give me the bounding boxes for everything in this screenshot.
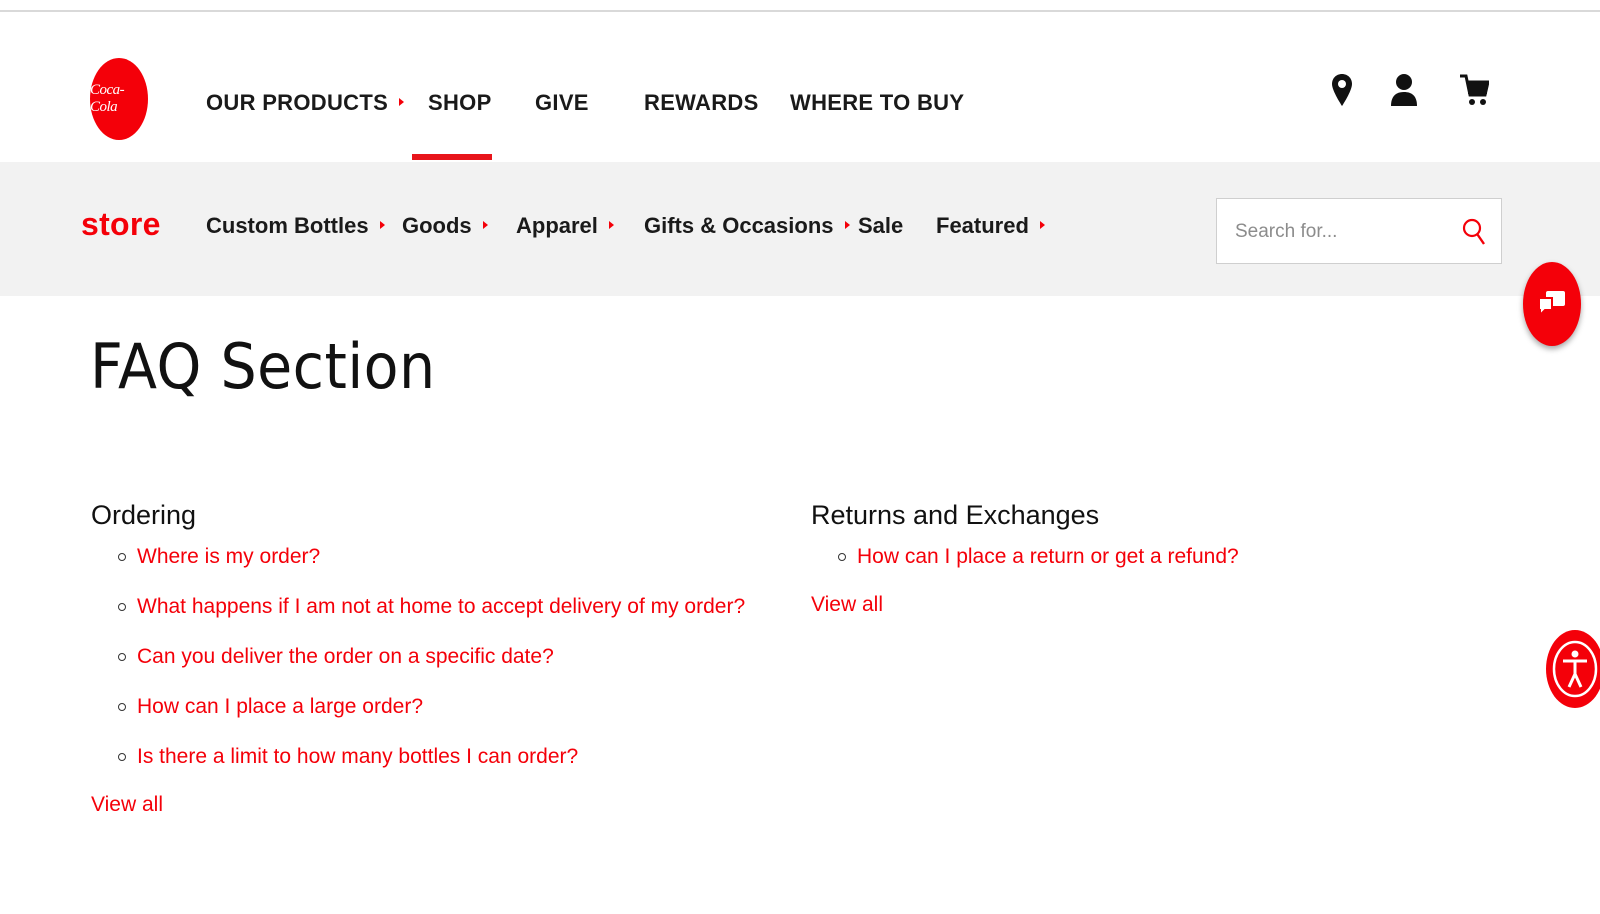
caret-right-icon (844, 221, 850, 230)
bullet-icon (838, 553, 846, 561)
faq-item: What happens if I am not at home to acce… (91, 595, 745, 645)
nav-label: WHERE TO BUY (790, 90, 965, 115)
store-label[interactable]: store (81, 206, 161, 243)
section-heading: Returns and Exchanges (811, 500, 1100, 530)
faq-link[interactable]: What happens if I am not at home to acce… (137, 595, 745, 618)
nav-give[interactable]: GIVE (535, 90, 589, 116)
caret-right-icon (1039, 221, 1045, 230)
search-box (1216, 198, 1502, 264)
page-title: FAQ Section (90, 330, 436, 403)
store-nav-label: Goods (402, 213, 472, 238)
bullet-icon (118, 753, 126, 761)
active-nav-underline (412, 154, 492, 160)
nav-our-products[interactable]: OUR PRODUCTS (206, 90, 405, 116)
nav-label: OUR PRODUCTS (206, 90, 389, 115)
faq-section-returns: Returns and Exchanges How can I place a … (811, 500, 1239, 617)
nav-rewards[interactable]: REWARDS (644, 90, 759, 116)
user-icon[interactable] (1384, 70, 1424, 110)
main-header: Coca-Cola OUR PRODUCTS SHOP GIVE REWARDS… (0, 12, 1600, 162)
nav-label: SHOP (428, 90, 492, 115)
faq-item: Is there a limit to how many bottles I c… (91, 745, 745, 795)
faq-section-ordering: Ordering Where is my order? What happens… (91, 500, 745, 817)
faq-link[interactable]: Where is my order? (137, 545, 320, 568)
faq-link[interactable]: How can I place a return or get a refund… (857, 545, 1239, 568)
store-nav-gifts-occasions[interactable]: Gifts & Occasions (644, 213, 850, 239)
faq-link[interactable]: Is there a limit to how many bottles I c… (137, 745, 578, 768)
bullet-icon (118, 553, 126, 561)
store-nav-custom-bottles[interactable]: Custom Bottles (206, 213, 385, 239)
browser-top-edge (0, 0, 1600, 12)
faq-list: How can I place a return or get a refund… (811, 545, 1239, 595)
bullet-icon (118, 603, 126, 611)
store-nav-label: Featured (936, 213, 1029, 238)
nav-shop[interactable]: SHOP (428, 90, 492, 116)
nav-label: REWARDS (644, 90, 759, 115)
location-pin-icon[interactable] (1322, 70, 1362, 110)
faq-item: How can I place a large order? (91, 695, 745, 745)
faq-item: Where is my order? (91, 545, 745, 595)
accessibility-icon[interactable] (1546, 630, 1600, 708)
store-nav-label: Apparel (516, 213, 598, 238)
store-nav-featured[interactable]: Featured (936, 213, 1045, 239)
store-nav-label: Custom Bottles (206, 213, 369, 238)
store-nav-goods[interactable]: Goods (402, 213, 488, 239)
nav-where-to-buy[interactable]: WHERE TO BUY (790, 90, 964, 116)
store-nav-label: Sale (858, 213, 904, 238)
faq-link[interactable]: Can you deliver the order on a specific … (137, 645, 554, 668)
coca-cola-logo[interactable]: Coca-Cola (90, 58, 148, 140)
caret-right-icon (608, 221, 614, 230)
nav-label: GIVE (535, 90, 589, 115)
view-all-link[interactable]: View all (811, 593, 1239, 617)
section-heading: Ordering (91, 500, 197, 530)
faq-link[interactable]: How can I place a large order? (137, 695, 423, 718)
faq-item: Can you deliver the order on a specific … (91, 645, 745, 695)
caret-right-icon (399, 98, 405, 107)
faq-list: Where is my order? What happens if I am … (91, 545, 745, 795)
store-nav-bar: store Custom Bottles Goods Apparel Gifts… (0, 162, 1600, 296)
bullet-icon (118, 703, 126, 711)
caret-right-icon (482, 221, 488, 230)
search-icon[interactable] (1457, 215, 1491, 249)
store-nav-sale[interactable]: Sale (858, 213, 903, 239)
search-input[interactable] (1233, 214, 1457, 250)
caret-right-icon (379, 221, 385, 230)
view-all-link[interactable]: View all (91, 793, 745, 817)
cart-icon[interactable] (1454, 70, 1494, 110)
faq-item: How can I place a return or get a refund… (811, 545, 1239, 595)
bullet-icon (118, 653, 126, 661)
chat-icon[interactable] (1523, 262, 1581, 346)
store-nav-apparel[interactable]: Apparel (516, 213, 614, 239)
store-nav-label: Gifts & Occasions (644, 213, 834, 238)
